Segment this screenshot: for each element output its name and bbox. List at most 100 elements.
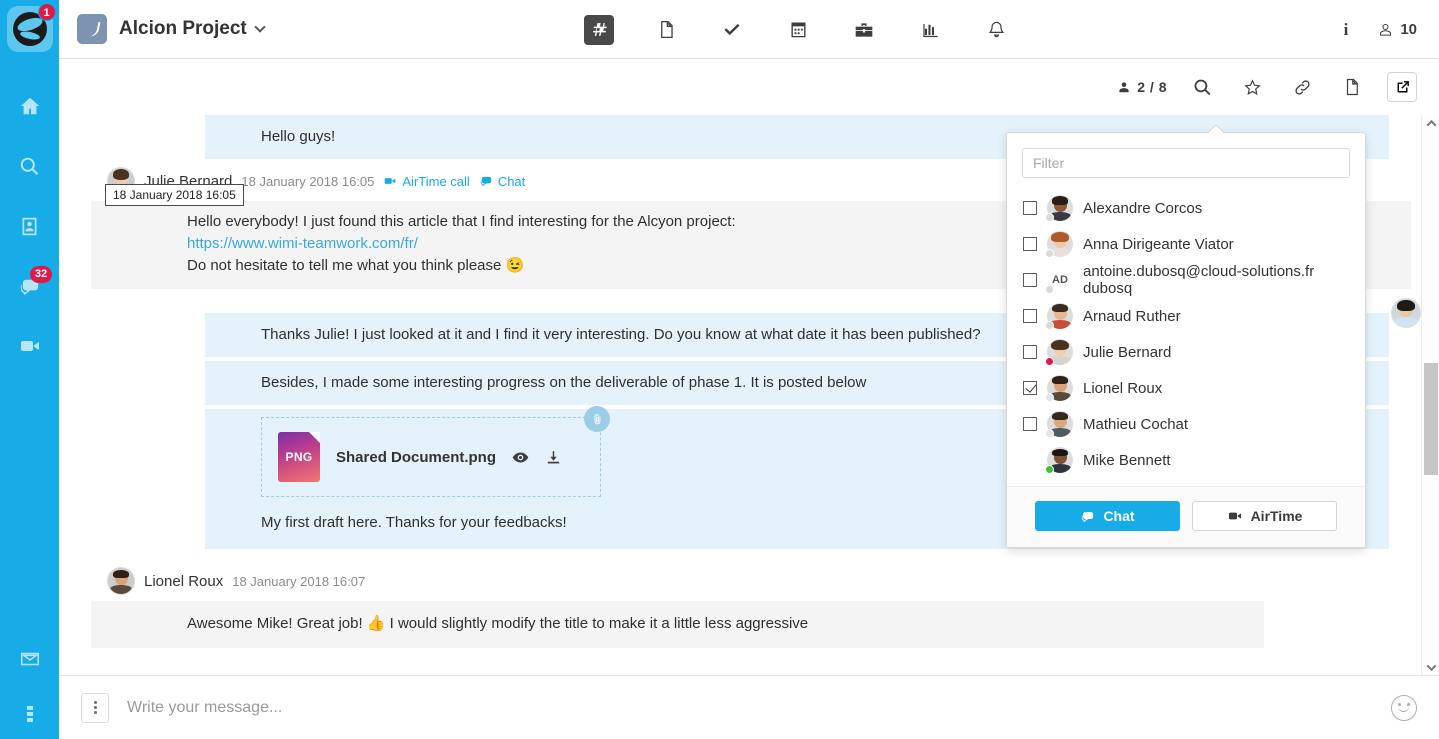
scrollbar-thumb[interactable] bbox=[1424, 363, 1438, 475]
message-header: Lionel Roux 18 January 2018 16:07 bbox=[59, 559, 1439, 601]
status-dot bbox=[1045, 357, 1054, 366]
member-row[interactable]: Julie Bernard bbox=[1007, 334, 1365, 370]
toolbar-search[interactable] bbox=[1187, 72, 1217, 102]
calendar-icon bbox=[790, 22, 806, 38]
filter-input[interactable] bbox=[1022, 148, 1350, 178]
star-icon bbox=[1243, 78, 1261, 95]
avatar bbox=[1045, 303, 1073, 330]
mail-icon bbox=[20, 652, 39, 666]
avatar bbox=[1045, 447, 1073, 474]
status-dot bbox=[1045, 393, 1054, 402]
member-row[interactable]: Anna Dirigeante Viator bbox=[1007, 226, 1365, 262]
status-dot bbox=[1045, 465, 1054, 474]
avatar bbox=[1045, 195, 1073, 222]
paperclip-badge[interactable] bbox=[584, 406, 610, 432]
project-title[interactable]: Alcion Project bbox=[119, 18, 266, 40]
nav-workspace[interactable] bbox=[850, 16, 878, 44]
rail-item-home[interactable] bbox=[0, 76, 59, 136]
briefcase-icon bbox=[855, 22, 873, 37]
nav-calendar[interactable] bbox=[784, 16, 812, 44]
message-link[interactable]: https://www.wimi-teamwork.com/fr/ bbox=[187, 235, 418, 252]
hash-icon bbox=[592, 23, 607, 36]
member-row[interactable]: AD antoine.dubosq@cloud-solutions.fr dub… bbox=[1007, 262, 1365, 298]
more-vertical-icon bbox=[26, 706, 33, 722]
channel-toolbar: 2 / 8 bbox=[59, 59, 1439, 115]
chat-message-group: Lionel Roux 18 January 2018 16:07 Awesom… bbox=[59, 559, 1439, 649]
member-checkbox[interactable] bbox=[1023, 201, 1037, 215]
info-button[interactable]: i bbox=[1338, 20, 1355, 40]
rail-item-airtime[interactable] bbox=[0, 316, 59, 376]
avatar bbox=[1045, 231, 1073, 258]
member-row[interactable]: Mathieu Cochat bbox=[1007, 406, 1365, 442]
rail-item-contacts[interactable] bbox=[0, 196, 59, 256]
rail-item-chat[interactable]: 32 bbox=[0, 256, 59, 316]
member-checkbox[interactable] bbox=[1023, 309, 1037, 323]
scroll-down-button[interactable] bbox=[1422, 659, 1439, 675]
nav-notifications[interactable] bbox=[982, 16, 1010, 44]
rail-item-search[interactable] bbox=[0, 136, 59, 196]
toolbar-link[interactable] bbox=[1287, 72, 1317, 102]
member-checkbox[interactable] bbox=[1023, 273, 1037, 287]
avatar bbox=[1045, 411, 1073, 438]
member-name: Alexandre Corcos bbox=[1083, 199, 1203, 217]
paperclip-icon bbox=[594, 413, 600, 424]
member-checkbox[interactable] bbox=[1023, 237, 1037, 251]
member-row[interactable]: Arnaud Ruther bbox=[1007, 298, 1365, 334]
message-composer bbox=[59, 675, 1439, 739]
airtime-call-action[interactable]: AirTime call bbox=[383, 174, 470, 189]
toolbar-open-external[interactable] bbox=[1387, 72, 1417, 102]
scroll-up-button[interactable] bbox=[1422, 115, 1439, 131]
app-logo[interactable]: 1 bbox=[6, 3, 56, 52]
avatar[interactable] bbox=[107, 567, 135, 596]
emoji-icon[interactable] bbox=[1391, 694, 1417, 721]
external-link-icon bbox=[1397, 80, 1409, 92]
bell-icon bbox=[988, 21, 1004, 38]
rail-item-more[interactable] bbox=[0, 689, 59, 739]
chat-scrollbar[interactable] bbox=[1421, 115, 1439, 675]
file-type-label: PNG bbox=[285, 450, 313, 464]
home-icon bbox=[20, 97, 39, 115]
nav-documents[interactable] bbox=[652, 16, 680, 44]
chat-icon bbox=[1082, 511, 1094, 522]
member-name: Lionel Roux bbox=[1083, 379, 1163, 397]
dot bbox=[93, 711, 97, 714]
avatar[interactable] bbox=[1391, 298, 1421, 328]
png-file-icon: PNG bbox=[278, 432, 320, 482]
scrollbar-track[interactable] bbox=[1422, 131, 1439, 659]
dot bbox=[93, 706, 97, 709]
bar-chart-icon bbox=[922, 23, 938, 38]
status-dot bbox=[1045, 321, 1054, 330]
rail-item-mail[interactable] bbox=[0, 629, 59, 689]
nav-channels[interactable] bbox=[584, 14, 614, 45]
nav-reports[interactable] bbox=[916, 16, 944, 44]
chevron-up-icon bbox=[1426, 119, 1436, 130]
message-input[interactable] bbox=[127, 698, 1391, 717]
toolbar-document[interactable] bbox=[1337, 72, 1367, 102]
composer-more-button[interactable] bbox=[81, 692, 109, 723]
member-count-button[interactable]: 10 bbox=[1378, 21, 1417, 38]
emoji-mouth bbox=[1397, 706, 1409, 712]
contacts-icon bbox=[22, 217, 37, 235]
attachment-dropzone[interactable]: PNG Shared Document.png bbox=[261, 406, 610, 497]
message-body: Awesome Mike! Great job! 👍 I would sligh… bbox=[91, 601, 1264, 649]
message-author[interactable]: Lionel Roux bbox=[144, 573, 223, 590]
member-checkbox[interactable] bbox=[1023, 417, 1037, 431]
member-name: Arnaud Ruther bbox=[1083, 307, 1181, 325]
popup-airtime-button[interactable]: AirTime bbox=[1192, 501, 1337, 531]
chat-action[interactable]: Chat bbox=[479, 174, 525, 189]
status-dot bbox=[1045, 285, 1054, 294]
message-gap bbox=[59, 549, 1439, 559]
member-checkbox[interactable] bbox=[1023, 345, 1037, 359]
attachment-download-button[interactable] bbox=[545, 449, 562, 466]
attachment-preview-button[interactable] bbox=[512, 449, 529, 466]
member-row[interactable]: Mike Bennett bbox=[1007, 442, 1365, 478]
member-row[interactable]: Alexandre Corcos bbox=[1007, 190, 1365, 226]
member-checkbox[interactable] bbox=[1023, 381, 1037, 395]
wimi-app-window: 1 32 Alcion Project i 10 2 / 8 Hello guy… bbox=[0, 0, 1439, 739]
popup-chat-button[interactable]: Chat bbox=[1035, 501, 1180, 531]
toolbar-favorite[interactable] bbox=[1237, 72, 1267, 102]
participants-button[interactable]: 2 / 8 bbox=[1117, 79, 1167, 95]
attachment-file-name[interactable]: Shared Document.png bbox=[336, 449, 496, 466]
member-row[interactable]: Lionel Roux bbox=[1007, 370, 1365, 406]
nav-tasks[interactable] bbox=[718, 16, 746, 44]
